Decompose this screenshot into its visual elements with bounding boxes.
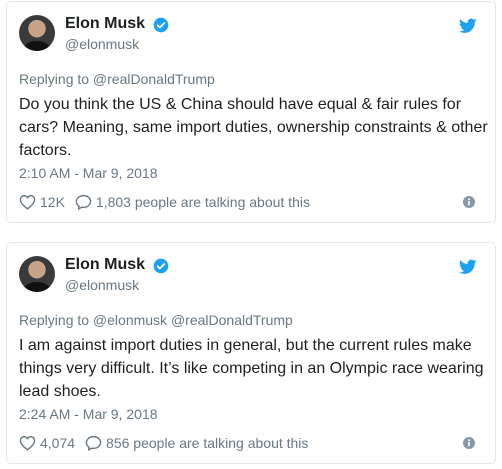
tweet-actions: 12K 1,803 people are talking about this <box>19 194 310 210</box>
tweet-text: I am against import duties in general, b… <box>19 337 484 400</box>
talking-about-link[interactable]: 856 people are talking about this <box>106 435 308 451</box>
verified-badge-icon <box>153 258 169 274</box>
reply-context[interactable]: Replying to @elonmusk @realDonaldTrump <box>19 312 293 328</box>
twitter-bird-icon[interactable] <box>459 18 477 34</box>
twitter-bird-icon[interactable] <box>459 259 477 275</box>
heart-icon[interactable] <box>19 435 36 451</box>
author-handle[interactable]: @elonmusk <box>65 277 139 293</box>
author-handle[interactable]: @elonmusk <box>65 36 139 52</box>
verified-badge-icon <box>153 17 169 33</box>
comment-bubble-icon[interactable] <box>75 194 92 210</box>
reply-context[interactable]: Replying to @realDonaldTrump <box>19 71 215 87</box>
like-count[interactable]: 12K <box>40 194 65 210</box>
talking-about-link[interactable]: 1,803 people are talking about this <box>96 194 310 210</box>
tweet-timestamp[interactable]: 2:10 AM - Mar 9, 2018 <box>19 165 158 181</box>
comment-bubble-icon[interactable] <box>85 435 102 451</box>
info-icon[interactable] <box>463 196 475 208</box>
tweet-timestamp[interactable]: 2:24 AM - Mar 9, 2018 <box>19 406 158 422</box>
tweet-actions: 4,074 856 people are talking about this <box>19 435 308 451</box>
author-name[interactable]: Elon Musk <box>65 15 145 33</box>
like-count[interactable]: 4,074 <box>40 435 75 451</box>
avatar[interactable] <box>19 256 55 292</box>
info-icon[interactable] <box>463 437 475 449</box>
author-name[interactable]: Elon Musk <box>65 256 145 274</box>
tweet-card[interactable]: Elon Musk @elonmusk Replying to @elonmus… <box>6 242 496 464</box>
tweet-text: Do you think the US & China should have … <box>19 96 488 159</box>
avatar[interactable] <box>19 15 55 51</box>
tweet-card[interactable]: Elon Musk @elonmusk Replying to @realDon… <box>6 1 496 223</box>
heart-icon[interactable] <box>19 194 36 210</box>
